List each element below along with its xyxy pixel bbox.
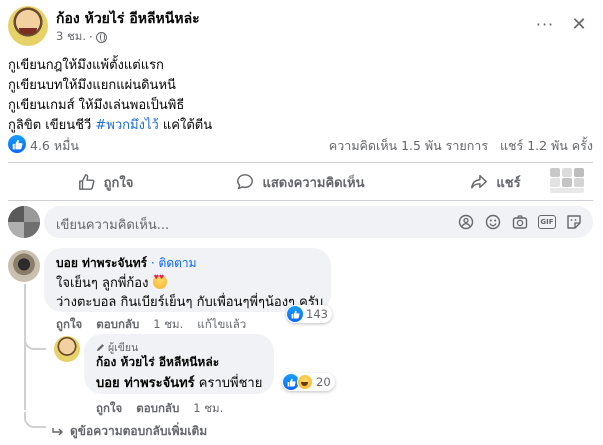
- commenter-name[interactable]: บอย ท่าพระจันทร์: [56, 256, 147, 270]
- thumbs-up-icon: [78, 174, 95, 190]
- like-reaction-icon[interactable]: [8, 135, 26, 153]
- thread-connector: [24, 330, 46, 350]
- close-button[interactable]: ✕: [566, 12, 592, 38]
- pencil-icon: [96, 344, 104, 352]
- view-more-replies-link[interactable]: ดูข้อความตอบกลับเพิ่มเติม: [52, 422, 207, 441]
- post-line: กูเขียนบทให้มึงแยกแผ่นดินหนี: [8, 78, 176, 93]
- heart-eyes-emoji-icon: [152, 274, 167, 289]
- mention-link[interactable]: บอย ท่าพระจันทร์: [96, 376, 195, 391]
- comment-text-line: ใจเย็นๆ ลูกพี่ก้อง: [56, 276, 149, 291]
- post-line: กูเขียนกฎให้มึงแพ้ตั้งแต่แรก: [8, 58, 164, 73]
- like-reaction-icon: [287, 306, 303, 322]
- reactions-summary: 4.6 หมื่น ความคิดเห็น 1.5 พัน รายการ แชร…: [8, 134, 593, 154]
- post-action-bar: ถูกใจ แสดงความคิดเห็น แชร์: [8, 166, 593, 198]
- comment-reaction-badge[interactable]: 143: [286, 305, 332, 323]
- more-options-button[interactable]: ···: [533, 13, 557, 37]
- thread-line: [24, 284, 26, 410]
- post-header: ก้อง ห้วยไร่ อีหลีหนีหล่ะ 3 ชม. · ··· ✕: [0, 0, 603, 50]
- avatar-sticker-icon[interactable]: [457, 213, 475, 231]
- reply-reaction-count: 20: [316, 375, 331, 389]
- follow-link[interactable]: · ติดตาม: [147, 256, 197, 270]
- share-button-label: แชร์: [496, 175, 521, 191]
- sticker-icon[interactable]: [565, 213, 583, 231]
- comment-input-placeholder: เขียนความคิดเห็น...: [56, 218, 170, 233]
- haha-reaction-icon: [297, 374, 313, 390]
- like-button-label: ถูกใจ: [103, 175, 134, 191]
- reply-author-name[interactable]: ก้อง ห้วยไร่ อีหลีหนีหล่ะ: [96, 353, 219, 372]
- comment-count-link[interactable]: ความคิดเห็น 1.5 พัน รายการ: [329, 138, 488, 153]
- reply-arrow-icon: [52, 427, 63, 435]
- reply-reaction-badge[interactable]: 20: [282, 373, 335, 391]
- reply-author-avatar[interactable]: [54, 336, 80, 362]
- reply-actions: ถูกใจ ตอบกลับ 1 ชม.: [96, 400, 223, 418]
- comment-edited-label: แก้ไขแล้ว: [197, 317, 247, 331]
- divider: [8, 162, 593, 163]
- comment-reaction-count: 143: [306, 307, 328, 321]
- post-meta: 3 ชม. ·: [56, 28, 107, 46]
- comment-input[interactable]: เขียนความคิดเห็น... GIF: [44, 206, 593, 238]
- thread-connector: [24, 412, 46, 428]
- view-more-label: ดูข้อความตอบกลับเพิ่มเติม: [70, 424, 208, 438]
- share-audience-thumbnail[interactable]: [546, 168, 588, 194]
- gif-icon[interactable]: GIF: [538, 215, 556, 229]
- comment-bubble-icon: [237, 174, 254, 190]
- divider: [8, 200, 593, 201]
- reply-like-link[interactable]: ถูกใจ: [96, 400, 122, 418]
- reply-reply-link[interactable]: ตอบกลับ: [136, 400, 179, 418]
- camera-icon[interactable]: [511, 213, 529, 231]
- comment-actions: ถูกใจ ตอบกลับ 1 ชม. แก้ไขแล้ว: [56, 316, 246, 334]
- comment-text-line: ว่างตะบอล กินเบียร์เย็นๆ กับเพื่อนๆพี่ๆน…: [56, 295, 324, 310]
- post-line: กูลิขิต เขียนชีวี #พวกมึงไว้ แค่ใต้ตีน: [8, 118, 213, 133]
- comment-button-label: แสดงความคิดเห็น: [262, 175, 365, 191]
- reply-time[interactable]: 1 ชม.: [193, 400, 223, 418]
- like-button[interactable]: ถูกใจ: [8, 166, 203, 198]
- hashtag-link[interactable]: #พวกมึงไว้: [95, 118, 158, 133]
- post-time[interactable]: 3 ชม.: [56, 28, 86, 46]
- globe-icon: [95, 31, 107, 43]
- post-line: กูเขียนเกมส์ ให้มึงเล่นพอเป็นพิธี: [8, 98, 185, 113]
- post-stats: ความคิดเห็น 1.5 พัน รายการ แชร์ 1.2 พัน …: [329, 136, 593, 156]
- reaction-count[interactable]: 4.6 หมื่น: [30, 136, 79, 156]
- current-user-avatar: [8, 206, 40, 238]
- post-author-name[interactable]: ก้อง ห้วยไร่ อีหลีหนีหล่ะ: [56, 8, 200, 30]
- emoji-icon[interactable]: [484, 213, 502, 231]
- composer-tools: GIF: [457, 213, 583, 231]
- comment-button[interactable]: แสดงความคิดเห็น: [203, 166, 398, 198]
- post-text: กูเขียนกฎให้มึงแพ้ตั้งแต่แรก กูเขียนบทให…: [8, 56, 588, 136]
- share-arrow-icon: [471, 174, 488, 189]
- comment-reply-link[interactable]: ตอบกลับ: [96, 316, 139, 334]
- reply-text: คราบพี่ชาย: [194, 376, 263, 391]
- author-avatar[interactable]: [8, 6, 48, 46]
- commenter-avatar[interactable]: [8, 250, 40, 282]
- comment-like-link[interactable]: ถูกใจ: [56, 316, 82, 334]
- comment-time[interactable]: 1 ชม.: [153, 316, 183, 334]
- comment-bubble: บอย ท่าพระจันทร์ · ติดตาม ใจเย็นๆ ลูกพี่…: [44, 248, 331, 312]
- reply-bubble: ผู้เขียน ก้อง ห้วยไร่ อีหลีหนีหล่ะ บอย ท…: [84, 334, 274, 394]
- share-count-link[interactable]: แชร์ 1.2 พัน ครั้ง: [500, 138, 593, 153]
